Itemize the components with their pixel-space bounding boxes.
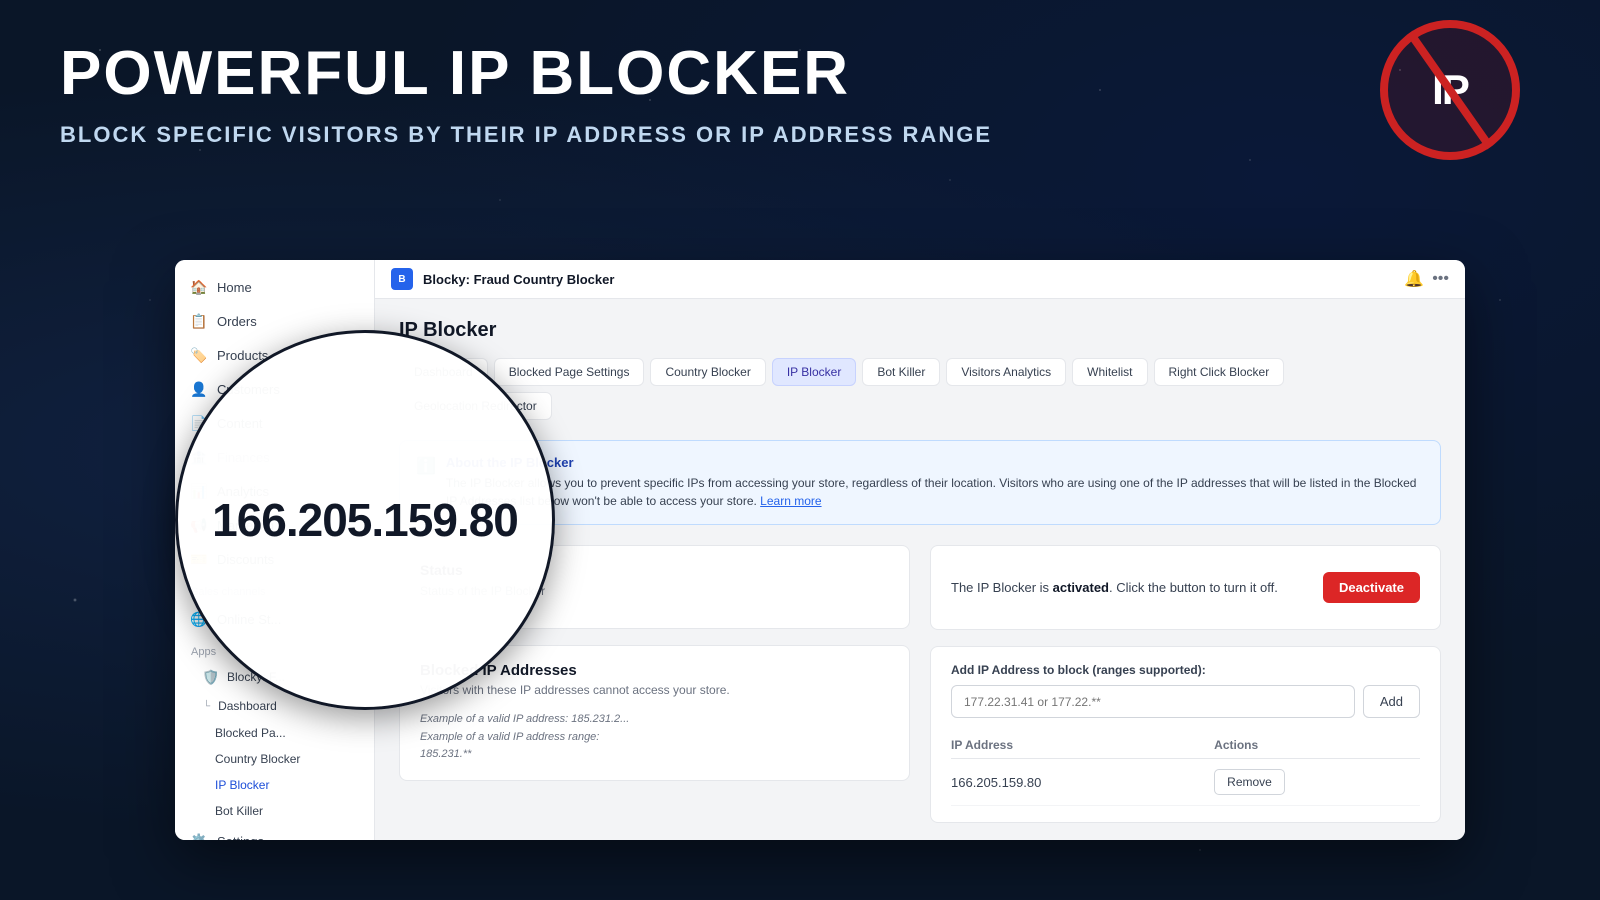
- magnify-circle: 166.205.159.80: [175, 330, 555, 710]
- status-bold: activated: [1053, 580, 1109, 595]
- home-icon: 🏠: [191, 279, 207, 295]
- top-bar-title: Blocky: Fraud Country Blocker: [423, 272, 1394, 287]
- status-row: The IP Blocker is activated. Click the b…: [951, 562, 1420, 613]
- deactivate-button[interactable]: Deactivate: [1323, 572, 1420, 603]
- sidebar-item-ip-blocker[interactable]: IP Blocker: [175, 772, 374, 798]
- tab-bot-killer[interactable]: Bot Killer: [862, 358, 940, 386]
- ip-badge-slash: [1407, 30, 1494, 149]
- tab-whitelist[interactable]: Whitelist: [1072, 358, 1147, 386]
- info-text: The IP Blocker allows you to prevent spe…: [446, 474, 1424, 510]
- blocky-icon: 🛡️: [203, 669, 219, 685]
- tab-ip-blocker[interactable]: IP Blocker: [772, 358, 856, 386]
- sidebar-label-orders: Orders: [217, 314, 257, 329]
- ip-address-input[interactable]: [951, 685, 1355, 718]
- remove-button[interactable]: Remove: [1214, 769, 1285, 795]
- status-description: The IP Blocker is activated. Click the b…: [951, 580, 1278, 595]
- top-bar: B Blocky: Fraud Country Blocker 🔔 •••: [375, 260, 1465, 299]
- add-ip-label: Add IP Address to block (ranges supporte…: [951, 663, 1420, 677]
- more-options-icon[interactable]: •••: [1432, 270, 1449, 288]
- arrow-icon: └: [203, 701, 210, 712]
- sidebar-label-bot-killer: Bot Killer: [215, 804, 263, 818]
- sidebar-item-home[interactable]: 🏠 Home: [175, 270, 374, 304]
- tab-right-click-blocker[interactable]: Right Click Blocker: [1154, 358, 1285, 386]
- sidebar-item-bot-killer[interactable]: Bot Killer: [175, 798, 374, 824]
- main-title: POWERFUL IP BLOCKER: [60, 40, 1400, 108]
- sidebar-label-country-blocker: Country Blocker: [215, 752, 300, 766]
- learn-more-link[interactable]: Learn more: [760, 494, 821, 508]
- ip-badge-container: IP: [1380, 20, 1520, 160]
- ip-address-cell: 166.205.159.80: [951, 759, 1214, 806]
- status-action-card: The IP Blocker is activated. Click the b…: [930, 545, 1441, 630]
- info-title: About the IP Blocker: [446, 455, 1424, 470]
- right-column: The IP Blocker is activated. Click the b…: [930, 545, 1441, 823]
- sidebar-label-dashboard: Dashboard: [218, 699, 277, 713]
- col-header-actions: Actions: [1214, 732, 1420, 759]
- subtitle: BLOCK SPECIFIC VISITORS BY THEIR IP ADDR…: [60, 122, 1400, 148]
- header-section: POWERFUL IP BLOCKER BLOCK SPECIFIC VISIT…: [60, 40, 1400, 148]
- blocked-ips-subtitle: Visitors with these IP addresses cannot …: [420, 683, 889, 697]
- sidebar-item-blocked-page[interactable]: Blocked Pa...: [175, 720, 374, 746]
- add-ip-card: Add IP Address to block (ranges supporte…: [930, 646, 1441, 823]
- ip-table: IP Address Actions 166.205.159.80 Remove: [951, 732, 1420, 806]
- page-title: IP Blocker: [399, 319, 1441, 342]
- tab-country-blocker[interactable]: Country Blocker: [650, 358, 765, 386]
- info-content: About the IP Blocker The IP Blocker allo…: [446, 455, 1424, 510]
- add-ip-button[interactable]: Add: [1363, 685, 1420, 718]
- sidebar-label-settings: Settings: [217, 834, 264, 841]
- add-ip-row: Add: [951, 685, 1420, 718]
- sidebar-item-country-blocker[interactable]: Country Blocker: [175, 746, 374, 772]
- app-logo: B: [391, 268, 413, 290]
- tab-visitors-analytics[interactable]: Visitors Analytics: [946, 358, 1066, 386]
- tab-blocked-page-settings[interactable]: Blocked Page Settings: [494, 358, 645, 386]
- sidebar-label-home: Home: [217, 280, 252, 295]
- orders-icon: 📋: [191, 313, 207, 329]
- info-box: ℹ️ About the IP Blocker The IP Blocker a…: [399, 440, 1441, 525]
- magnify-ip-text: 166.205.159.80: [212, 493, 518, 547]
- example-text: Example of a valid IP address: 185.231.2…: [420, 711, 889, 764]
- col-header-ip: IP Address: [951, 732, 1214, 759]
- notification-icon[interactable]: 🔔: [1404, 269, 1424, 289]
- sidebar-label-ip-blocker: IP Blocker: [215, 778, 269, 792]
- products-icon: 🏷️: [191, 347, 207, 363]
- top-bar-actions: 🔔 •••: [1404, 269, 1449, 289]
- settings-icon: ⚙️: [191, 833, 207, 840]
- sidebar-item-settings[interactable]: ⚙️ Settings: [175, 824, 374, 840]
- table-row: 166.205.159.80 Remove: [951, 759, 1420, 806]
- two-col-layout: Status Status of the IP Blocker Blocked …: [399, 545, 1441, 823]
- tabs-container: Dashboard Blocked Page Settings Country …: [399, 358, 1441, 420]
- blocked-ips-title: Blocked IP Addresses: [420, 662, 889, 679]
- ip-badge-circle: IP: [1380, 20, 1520, 160]
- customers-icon: 👤: [191, 381, 207, 397]
- actions-cell: Remove: [1214, 759, 1420, 806]
- sidebar-label-blocked-page: Blocked Pa...: [215, 726, 286, 740]
